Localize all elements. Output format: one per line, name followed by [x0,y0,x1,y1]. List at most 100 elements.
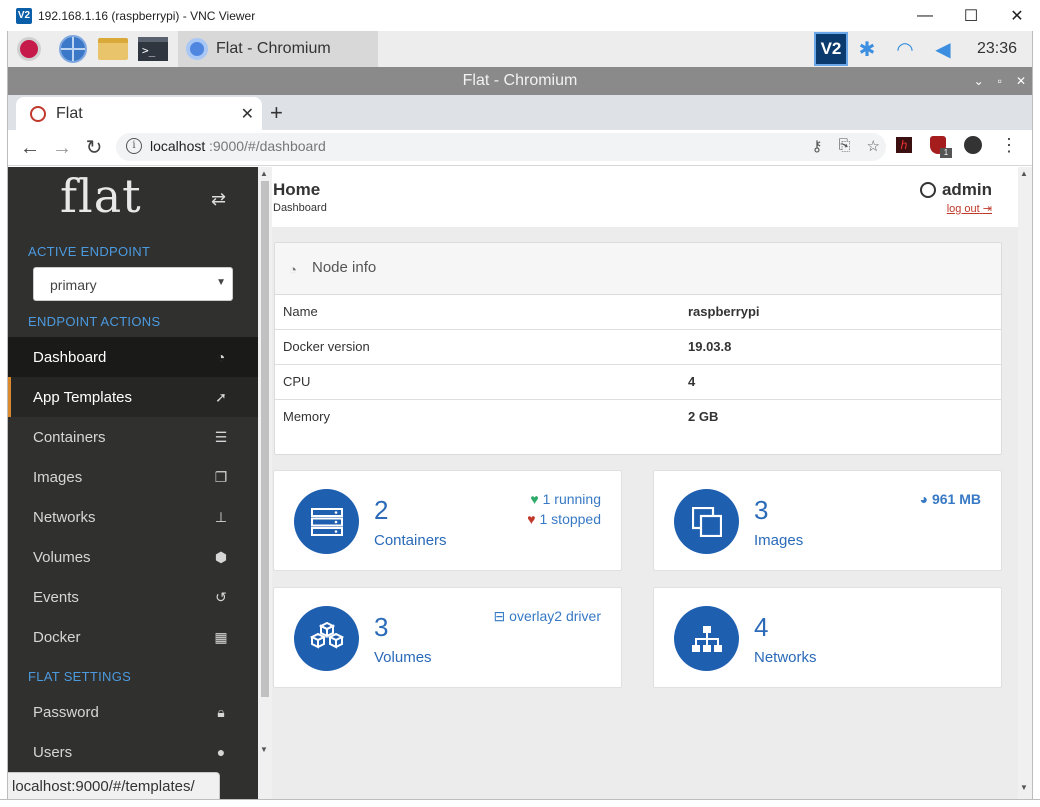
sidebar-item-networks[interactable]: Networks ⊥ [8,497,258,537]
endpoint-select[interactable]: primary ▼ [33,267,233,301]
scroll-down-icon[interactable]: ▼ [1020,783,1028,792]
cubes-icon [294,606,359,671]
tab-close-icon[interactable]: ✕ [241,104,254,124]
terminal-icon: >_ [138,37,168,61]
row-key: Name [283,304,318,319]
scrollbar-thumb[interactable] [261,181,269,697]
page-scrollbar[interactable]: ▲ ▼ [1018,167,1032,799]
bluetooth-icon[interactable]: ✱ [848,37,886,62]
logout-label: log out [946,203,980,215]
web-browser-launcher[interactable] [58,34,88,64]
scroll-down-icon[interactable]: ▼ [260,745,268,754]
logout-link[interactable]: log out ⇥ [947,202,992,215]
table-row: Name raspberrypi [275,295,1001,330]
sidebar-item-password[interactable]: Password 🔒︎ [8,692,258,732]
images-card[interactable]: 3 Images ◕ 961 MB [653,470,1002,571]
sidebar-item-label: Events [33,588,79,606]
flat-favicon-icon [30,105,46,122]
volumes-driver-label: overlay2 driver [509,608,601,624]
wifi-icon[interactable]: ◠ [886,37,924,62]
breadcrumb: Dashboard [273,202,327,214]
sidebar-toggle-icon[interactable]: ⇄ [211,189,226,210]
sidebar-item-volumes[interactable]: Volumes ⬢ [8,537,258,577]
chromium-title-bar: Flat - Chromium ⌄ ▫ ✕ [8,67,1032,95]
tachometer-icon: ◔ [289,262,297,277]
sidebar-item-label: Password [33,703,99,721]
vnc-frame-bottom [0,799,1040,807]
key-icon[interactable]: ⚷ [812,137,823,155]
chevron-down-icon[interactable]: ⌄ [974,74,984,88]
sidebar-item-events[interactable]: Events ↺ [8,577,258,617]
file-manager-launcher[interactable] [98,34,128,64]
link-status-bubble: localhost:9000/#/templates/ [8,772,220,799]
address-bar[interactable]: i localhost :9000/#/dashboard ⚷ ⎘ ☆ [116,133,886,161]
vnc-frame-left [0,31,8,807]
tab-flat[interactable]: Flat ✕ [16,97,262,130]
star-icon[interactable]: ☆ [867,137,880,155]
sign-out-icon: ⇥ [982,203,992,215]
raspberry-menu-button[interactable] [14,34,44,64]
sidebar-item-label: Containers [33,428,106,446]
hdd-icon: ⊟ [493,608,506,624]
maximize-button[interactable]: ☐ [948,0,994,31]
scroll-up-icon[interactable]: ▲ [260,169,268,178]
taskbar-chromium-task[interactable]: Flat - Chromium [178,31,378,67]
row-value: 19.03.8 [688,339,732,354]
close-button[interactable]: ✕ [994,0,1040,31]
close-icon[interactable]: ✕ [1016,74,1026,88]
username: admin [941,180,992,199]
translate-icon[interactable]: ⎘ [839,137,851,155]
info-icon[interactable]: i [126,138,142,154]
sidebar-item-images[interactable]: Images ❐ [8,457,258,497]
vnc-title-bar: V2 192.168.1.16 (raspberrypi) - VNC View… [0,0,1040,31]
vnc-viewer-icon: V2 [16,7,32,24]
sidebar-item-label: Dashboard [33,348,107,366]
heartbeat-icon: ♥ [527,511,536,527]
row-key: Docker version [283,339,370,354]
extension-h-icon[interactable]: h [896,137,912,153]
new-tab-button[interactable]: + [270,100,283,126]
stopped-label: 1 stopped [539,511,602,527]
profile-avatar-icon[interactable] [964,136,982,154]
back-icon[interactable]: ← [18,136,42,160]
taskbar-task-label: Flat - Chromium [216,40,331,57]
volumes-card[interactable]: 3 Volumes ⊟ overlay2 driver [273,587,622,688]
menu-kebab-icon[interactable]: ⋮ [1000,136,1018,154]
sidebar: flat ⇄ ACTIVE ENDPOINT primary ▼ ENDPOIN… [8,167,258,799]
vnc-server-tray-icon[interactable]: V2 [814,32,848,66]
maximize-icon[interactable]: ▫ [998,74,1002,88]
containers-label: Containers [374,532,447,549]
server-icon [294,489,359,554]
networks-card[interactable]: 4 Networks [653,587,1002,688]
networks-label: Networks [754,649,817,666]
sidebar-item-dashboard[interactable]: Dashboard ◔ [8,337,258,377]
scroll-up-icon[interactable]: ▲ [1020,169,1028,178]
sidebar-item-label: Docker [33,628,81,646]
images-size-label: 961 MB [931,491,981,507]
volumes-label: Volumes [374,649,432,666]
sidebar-item-users[interactable]: Users ● [8,732,258,772]
tab-label: Flat [56,104,83,122]
containers-card[interactable]: 2 Containers ♥ 1 running ♥ 1 stopped [273,470,622,571]
taskbar-clock[interactable]: 23:36 [962,40,1032,58]
panel-title: Node info [312,259,377,276]
sidebar-scrollbar[interactable]: ▲ ▼ [258,167,272,799]
reload-icon[interactable]: ↻ [82,136,106,160]
minimize-button[interactable]: — [902,0,948,31]
row-value: 4 [688,374,696,389]
terminal-launcher[interactable]: >_ [138,34,168,64]
pie-chart-icon: ◕ [919,491,929,507]
forward-icon[interactable]: → [50,136,74,160]
sidebar-item-label: Users [33,743,73,761]
sidebar-item-app-templates[interactable]: App Templates ➚ [8,377,258,417]
row-key: CPU [283,374,311,389]
clone-icon [674,489,739,554]
table-row: Memory 2 GB [275,400,1001,435]
volume-icon[interactable]: ◀ [924,37,962,62]
tachometer-icon: ◔ [216,349,226,365]
cubes-icon: ⬢ [214,548,228,565]
sidebar-item-docker[interactable]: Docker ▦ [8,617,258,657]
sidebar-item-containers[interactable]: Containers ☰ [8,417,258,457]
sidebar-item-label: Images [33,468,83,486]
ublock-shield-icon[interactable]: 1 [930,136,952,158]
